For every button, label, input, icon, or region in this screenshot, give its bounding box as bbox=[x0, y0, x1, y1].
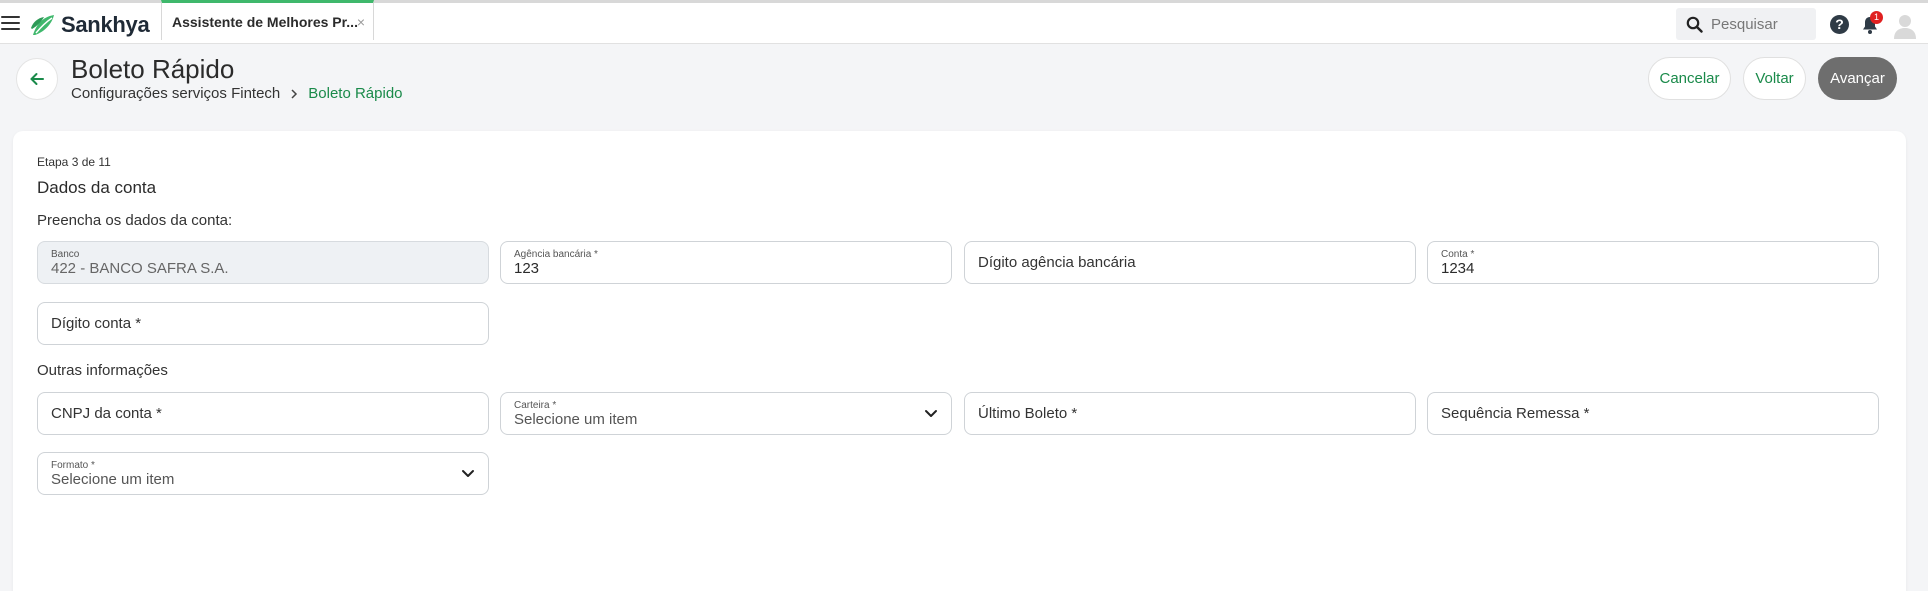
arrow-left-icon bbox=[30, 73, 44, 85]
digito-agencia-placeholder: Dígito agência bancária bbox=[978, 254, 1136, 271]
back-arrow-button[interactable] bbox=[16, 58, 58, 100]
help-icon[interactable]: ? bbox=[1830, 15, 1849, 34]
banco-label: Banco bbox=[51, 249, 80, 260]
agencia-field[interactable]: Agência bancária * 123 bbox=[500, 241, 952, 284]
form-card bbox=[13, 131, 1906, 591]
formato-select[interactable]: Formato * Selecione um item bbox=[37, 452, 489, 495]
conta-label: Conta * bbox=[1441, 249, 1475, 260]
sankhya-leaf-icon bbox=[31, 15, 54, 35]
tab-label: Assistente de Melhores Pr... bbox=[172, 13, 358, 30]
back-button[interactable]: Voltar bbox=[1743, 57, 1806, 100]
top-bar: Sankhya Assistente de Melhores Pr... × ?… bbox=[0, 0, 1928, 44]
menu-icon[interactable] bbox=[1, 16, 20, 30]
conta-value: 1234 bbox=[1441, 260, 1475, 277]
cnpj-placeholder: CNPJ da conta * bbox=[51, 405, 162, 422]
notification-badge: 1 bbox=[1870, 11, 1883, 24]
digito-agencia-field[interactable]: Dígito agência bancária bbox=[964, 241, 1416, 284]
section-title: Dados da conta bbox=[37, 178, 157, 197]
breadcrumb: Configurações serviços Fintech Boleto Rá… bbox=[71, 85, 403, 102]
search-icon bbox=[1686, 16, 1703, 33]
step-indicator: Etapa 3 de 11 bbox=[37, 155, 111, 169]
page-title: Boleto Rápido bbox=[71, 54, 235, 84]
chevron-down-icon[interactable] bbox=[460, 465, 476, 481]
brand-name: Sankhya bbox=[61, 12, 150, 37]
search-input[interactable] bbox=[1711, 15, 1807, 33]
chevron-down-icon[interactable] bbox=[923, 405, 939, 421]
sequencia-remessa-placeholder: Sequência Remessa * bbox=[1441, 405, 1590, 422]
carteira-label: Carteira * bbox=[514, 400, 557, 411]
sequencia-remessa-field[interactable]: Sequência Remessa * bbox=[1427, 392, 1879, 435]
next-button[interactable]: Avançar bbox=[1818, 57, 1897, 100]
digito-conta-field[interactable]: Dígito conta * bbox=[37, 302, 489, 345]
brand-logo[interactable]: Sankhya bbox=[30, 12, 150, 38]
avatar[interactable] bbox=[1893, 13, 1917, 39]
formato-label: Formato * bbox=[51, 460, 95, 471]
tab-assistente[interactable]: Assistente de Melhores Pr... × bbox=[161, 0, 374, 40]
banco-field: Banco 422 - BANCO SAFRA S.A. bbox=[37, 241, 489, 284]
breadcrumb-item-config[interactable]: Configurações serviços Fintech bbox=[71, 85, 280, 102]
breadcrumb-item-boleto[interactable]: Boleto Rápido bbox=[308, 85, 402, 102]
cancel-button[interactable]: Cancelar bbox=[1648, 57, 1731, 100]
tab-close-icon[interactable]: × bbox=[357, 14, 365, 30]
banco-value: 422 - BANCO SAFRA S.A. bbox=[51, 260, 229, 277]
ultimo-boleto-placeholder: Último Boleto * bbox=[978, 405, 1078, 422]
cnpj-field[interactable]: CNPJ da conta * bbox=[37, 392, 489, 435]
chevron-right-icon bbox=[291, 88, 298, 99]
conta-field[interactable]: Conta * 1234 bbox=[1427, 241, 1879, 284]
search-box[interactable] bbox=[1676, 8, 1816, 40]
agencia-value: 123 bbox=[514, 260, 540, 277]
ultimo-boleto-field[interactable]: Último Boleto * bbox=[964, 392, 1416, 435]
formato-value: Selecione um item bbox=[51, 471, 175, 488]
fill-instructions: Preencha os dados da conta: bbox=[37, 212, 233, 229]
carteira-value: Selecione um item bbox=[514, 411, 638, 428]
carteira-select[interactable]: Carteira * Selecione um item bbox=[500, 392, 952, 435]
other-info-label: Outras informações bbox=[37, 362, 168, 379]
digito-conta-placeholder: Dígito conta * bbox=[51, 315, 142, 332]
agencia-label: Agência bancária * bbox=[514, 249, 598, 260]
